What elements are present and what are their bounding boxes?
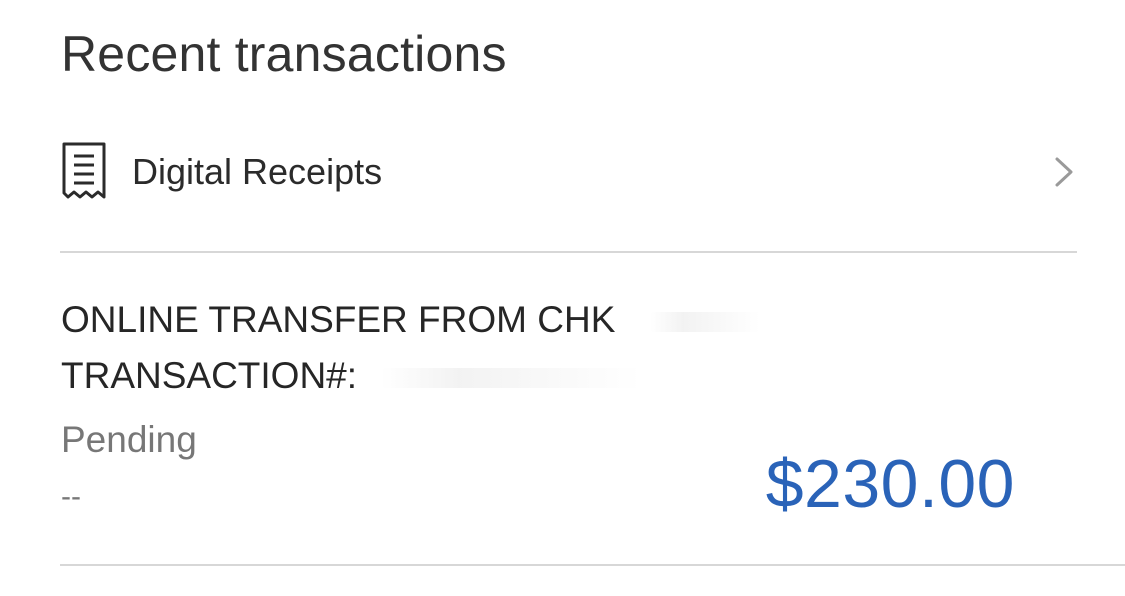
digital-receipts-row[interactable]: Digital Receipts	[60, 130, 1080, 214]
chevron-right-icon	[1052, 154, 1076, 190]
transaction-number-label: TRANSACTION#:	[61, 355, 358, 396]
transaction-status: Pending	[61, 419, 197, 460]
section-title: Recent transactions	[61, 26, 507, 82]
recent-transactions-panel: Recent transactions Digital Receipts ONL…	[0, 0, 1125, 596]
transaction-item[interactable]: ONLINE TRANSFER FROM CHK TRANSACTION#: P…	[61, 292, 1081, 542]
transaction-description-line2: TRANSACTION#:	[61, 354, 642, 398]
redacted-account-number	[649, 312, 760, 333]
divider	[60, 251, 1077, 253]
receipt-icon	[60, 140, 108, 204]
transaction-description-text: ONLINE TRANSFER FROM CHK	[61, 299, 616, 340]
divider	[60, 564, 1125, 566]
redacted-transaction-number	[381, 368, 642, 389]
digital-receipts-label: Digital Receipts	[132, 151, 383, 192]
transaction-amount: $230.00	[765, 446, 1015, 522]
transaction-description-line1: ONLINE TRANSFER FROM CHK	[61, 298, 760, 342]
transaction-date: --	[61, 480, 81, 513]
